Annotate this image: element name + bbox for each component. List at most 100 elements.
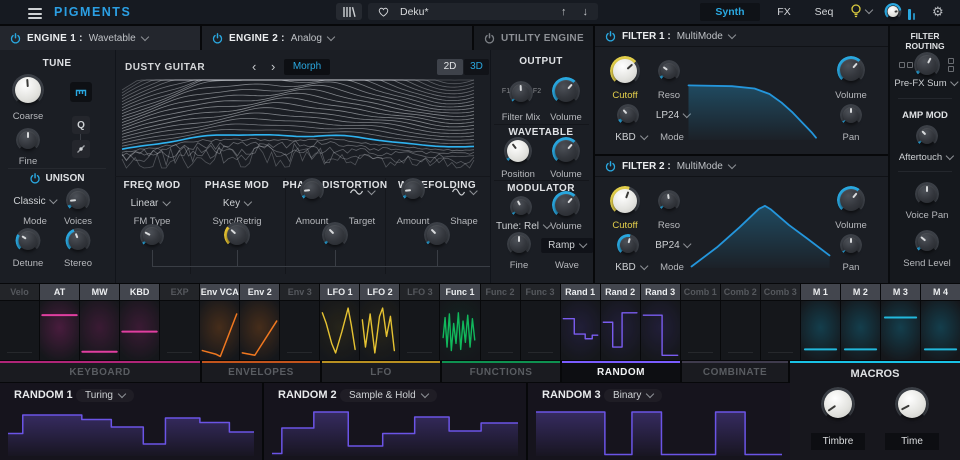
wavetable-volume-knob[interactable]: [552, 137, 580, 165]
library-button[interactable]: [336, 3, 362, 20]
mod-slot-m-1[interactable]: M 1: [800, 284, 840, 360]
power-icon[interactable]: [484, 32, 495, 44]
utility-engine-tab[interactable]: UTILITY ENGINE: [474, 26, 593, 50]
mod-slot-lfo-2[interactable]: LFO 2: [360, 284, 400, 360]
modulator-tune-knob[interactable]: [510, 196, 532, 218]
mod-slot-label[interactable]: Velo: [0, 284, 40, 300]
view-3d-button[interactable]: 3D: [464, 59, 489, 75]
engine1-tab[interactable]: ENGINE 1 : Wavetable: [0, 26, 200, 50]
next-preset-button[interactable]: ↓: [583, 6, 589, 18]
mod-slot-func-2[interactable]: Func 2: [480, 284, 520, 360]
mod-slot-func-1[interactable]: Func 1: [440, 284, 480, 360]
wavefolding-amount-knob[interactable]: [401, 178, 425, 202]
filter1-reso-knob[interactable]: [658, 60, 680, 82]
macro-time-knob[interactable]: [895, 387, 929, 421]
mod-slot-velo[interactable]: Velo: [0, 284, 40, 360]
mod-slot-rand-1[interactable]: Rand 1: [560, 284, 600, 360]
mod-slot-comb-2[interactable]: Comb 2: [720, 284, 760, 360]
mod-slot-env-2[interactable]: Env 2: [240, 284, 280, 360]
mod-slot-rand-2[interactable]: Rand 2: [600, 284, 640, 360]
group-tab-keyboard[interactable]: KEYBOARD: [0, 361, 200, 382]
amp-mod-source-select[interactable]: Aftertouch: [899, 151, 955, 163]
unison-stereo-knob[interactable]: [65, 228, 91, 253]
mod-slot-lfo-1[interactable]: LFO 1: [320, 284, 360, 360]
filter1-mode-select[interactable]: LP24: [656, 109, 692, 121]
group-tab-lfo[interactable]: LFO: [322, 361, 440, 382]
filter2-cutoff-knob[interactable]: [610, 186, 640, 216]
wavetable-position-knob[interactable]: [504, 137, 532, 165]
filter1-type-select[interactable]: MultiMode: [677, 31, 723, 42]
random-1-mode-select[interactable]: Turing: [76, 389, 134, 402]
mod-slot-label[interactable]: Env VCA: [200, 284, 240, 300]
filter2-kbd-select[interactable]: KBD: [615, 261, 649, 273]
next-wavetable-button[interactable]: ›: [271, 59, 275, 74]
preset-name[interactable]: Deku*: [400, 6, 429, 18]
slider-mode-button[interactable]: [72, 140, 90, 158]
modulator-wave-select[interactable]: Ramp: [541, 238, 593, 253]
tips-bulb-icon[interactable]: [850, 4, 862, 19]
engine-volume-knob[interactable]: [552, 77, 580, 105]
heart-icon[interactable]: [378, 7, 389, 17]
filter1-pan-knob[interactable]: [840, 104, 862, 126]
mod-slot-label[interactable]: Comb 2: [720, 284, 760, 300]
unison-mode-select[interactable]: Classic: [13, 195, 58, 207]
mod-slot-label[interactable]: M 2: [840, 284, 880, 300]
mod-slot-label[interactable]: Rand 2: [600, 284, 640, 300]
mod-slot-label[interactable]: EXP: [160, 284, 200, 300]
wavetable-3d-view[interactable]: [118, 78, 486, 170]
mod-slot-env-vca[interactable]: Env VCA: [200, 284, 240, 360]
fm-amount-knob[interactable]: [140, 224, 164, 248]
modulator-fine-knob[interactable]: [507, 232, 531, 256]
mod-slot-comb-1[interactable]: Comb 1: [680, 284, 720, 360]
mod-slot-label[interactable]: MW: [80, 284, 120, 300]
unison-detune-knob[interactable]: [15, 228, 41, 253]
mod-slot-label[interactable]: Env 2: [240, 284, 280, 300]
mod-slot-label[interactable]: Func 2: [480, 284, 520, 300]
group-tab-combinate[interactable]: COMBINATE: [682, 361, 788, 382]
menu-icon[interactable]: [28, 8, 42, 19]
engine1-type-select[interactable]: Wavetable: [89, 33, 136, 44]
filter2-type-select[interactable]: MultiMode: [677, 161, 723, 172]
mod-slot-lfo-3[interactable]: LFO 3: [400, 284, 440, 360]
filter1-header[interactable]: FILTER 1 : MultiMode: [595, 26, 888, 47]
wavefolding-shape-select[interactable]: [451, 186, 478, 196]
power-icon[interactable]: [212, 32, 223, 44]
mod-slot-m-4[interactable]: M 4: [920, 284, 960, 360]
group-tab-functions[interactable]: FUNCTIONS: [442, 361, 560, 382]
mod-slot-env-3[interactable]: Env 3: [280, 284, 320, 360]
gear-icon[interactable]: ⚙: [932, 4, 944, 20]
group-tab-random[interactable]: RANDOM: [562, 361, 680, 382]
mod-slot-label[interactable]: M 3: [880, 284, 920, 300]
chevron-down-icon[interactable]: [864, 5, 874, 15]
quantize-button[interactable]: Q: [72, 116, 90, 134]
wavefolding-mod-knob[interactable]: [424, 222, 450, 248]
morph-button[interactable]: Morph: [284, 59, 330, 75]
mod-slot-label[interactable]: Func 3: [520, 284, 560, 300]
wavetable-name[interactable]: DUSTY GUITAR: [125, 62, 205, 73]
filter-mix-knob[interactable]: [509, 81, 533, 105]
coarse-tune-knob[interactable]: [12, 74, 44, 106]
mod-slot-rand-3[interactable]: Rand 3: [640, 284, 680, 360]
mod-slot-label[interactable]: M 1: [800, 284, 840, 300]
fm-type-select[interactable]: Linear: [131, 197, 171, 209]
mod-slot-comb-3[interactable]: Comb 3: [760, 284, 800, 360]
phase-distortion-target-select[interactable]: [349, 186, 376, 196]
mod-slot-at[interactable]: AT: [40, 284, 80, 360]
filter1-curve-display[interactable]: [687, 62, 837, 140]
view-2d-button[interactable]: 2D: [437, 59, 463, 75]
filter1-kbd-select[interactable]: KBD: [615, 131, 649, 143]
macro1-label[interactable]: Timbre: [811, 433, 865, 450]
power-icon[interactable]: [30, 173, 41, 184]
filter2-mode-select[interactable]: BP24: [655, 239, 692, 251]
filter2-reso-knob[interactable]: [658, 190, 680, 212]
mod-slot-label[interactable]: LFO 1: [320, 284, 360, 300]
fine-tune-knob[interactable]: [16, 128, 40, 152]
mod-slot-label[interactable]: Env 3: [280, 284, 320, 300]
mod-slot-label[interactable]: Func 1: [440, 284, 480, 300]
engine2-tab[interactable]: ENGINE 2 : Analog: [202, 26, 472, 50]
filter2-kbd-knob[interactable]: [617, 234, 639, 256]
mod-slot-mw[interactable]: MW: [80, 284, 120, 360]
mod-slot-label[interactable]: M 4: [920, 284, 960, 300]
filter-routing-knob[interactable]: [914, 52, 940, 78]
mod-slot-m-3[interactable]: M 3: [880, 284, 920, 360]
